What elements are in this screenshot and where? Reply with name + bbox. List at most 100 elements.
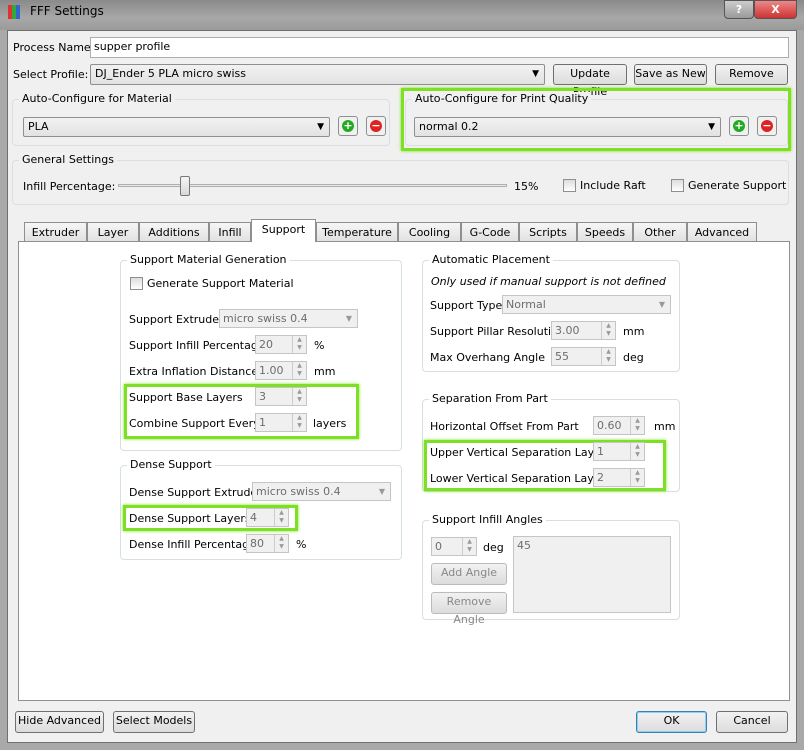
overhang-angle-label: Max Overhang Angle bbox=[430, 351, 545, 364]
dense-infill-value: 80 bbox=[250, 537, 264, 550]
angle-spinbox[interactable]: 0 ▲ ▼ bbox=[431, 537, 477, 556]
tab-cooling[interactable]: Cooling bbox=[398, 222, 461, 242]
material-group-title: Auto-Configure for Material bbox=[19, 92, 175, 105]
minus-icon: − bbox=[761, 119, 773, 132]
plus-icon: + bbox=[733, 119, 745, 132]
support-infill-unit: % bbox=[314, 339, 325, 352]
close-button[interactable]: X bbox=[754, 0, 797, 19]
angle-unit: deg bbox=[483, 541, 504, 554]
spin-arrows-icon[interactable]: ▲ ▼ bbox=[292, 388, 306, 405]
support-type-label: Support Type bbox=[430, 299, 503, 312]
include-raft-checkbox[interactable] bbox=[563, 179, 576, 192]
automatic-placement-title: Automatic Placement bbox=[429, 253, 553, 266]
support-infill-spinbox[interactable]: 20 ▲ ▼ bbox=[255, 335, 307, 354]
support-extruder-label: Support Extruder bbox=[129, 313, 224, 326]
spin-arrows-icon[interactable]: ▲ ▼ bbox=[601, 322, 615, 339]
spin-arrows-icon[interactable]: ▲ ▼ bbox=[462, 538, 476, 555]
material-value: PLA bbox=[28, 120, 49, 133]
inflation-spinbox[interactable]: 1.00 ▲ ▼ bbox=[255, 361, 307, 380]
infill-label: Infill Percentage: bbox=[23, 180, 116, 193]
generate-support-checkbox[interactable] bbox=[671, 179, 684, 192]
tab-gcode[interactable]: G-Code bbox=[461, 222, 519, 242]
chevron-down-icon: ▼ bbox=[532, 69, 539, 79]
dense-extruder-select[interactable]: micro swiss 0.4 ▼ bbox=[252, 482, 391, 501]
combine-spinbox[interactable]: 1 ▲ ▼ bbox=[255, 413, 307, 432]
remove-angle-button[interactable]: Remove Angle bbox=[431, 592, 507, 626]
upper-separation-value: 1 bbox=[597, 445, 604, 458]
angle-list-item[interactable]: 45 bbox=[517, 539, 531, 552]
dense-infill-unit: % bbox=[296, 538, 307, 551]
tab-additions[interactable]: Additions bbox=[139, 222, 209, 242]
spin-arrows-icon[interactable]: ▲ ▼ bbox=[630, 417, 644, 434]
add-angle-button[interactable]: Add Angle bbox=[431, 563, 507, 585]
horizontal-offset-value: 0.60 bbox=[597, 419, 622, 432]
tab-support[interactable]: Support bbox=[251, 219, 316, 242]
dense-extruder-label: Dense Support Extruder bbox=[129, 486, 262, 499]
material-select[interactable]: PLA ▼ bbox=[23, 117, 330, 137]
spin-arrows-icon[interactable]: ▲ ▼ bbox=[274, 509, 288, 526]
tab-temperature[interactable]: Temperature bbox=[316, 222, 398, 242]
support-infill-label: Support Infill Percentage bbox=[129, 339, 265, 352]
upper-separation-label: Upper Vertical Separation Layers bbox=[430, 446, 612, 459]
profile-value: DJ_Ender 5 PLA micro swiss bbox=[95, 67, 247, 80]
support-type-value: Normal bbox=[506, 298, 546, 311]
tab-extruder[interactable]: Extruder bbox=[24, 222, 87, 242]
smg-title: Support Material Generation bbox=[127, 253, 290, 266]
upper-separation-spinbox[interactable]: 1 ▲ ▼ bbox=[593, 442, 645, 461]
infill-slider-thumb[interactable] bbox=[180, 176, 191, 196]
horizontal-offset-label: Horizontal Offset From Part bbox=[430, 420, 579, 433]
inflation-unit: mm bbox=[314, 365, 336, 378]
process-name-input[interactable]: supper profile bbox=[90, 37, 789, 58]
support-type-select[interactable]: Normal ▼ bbox=[502, 295, 671, 314]
profile-select[interactable]: DJ_Ender 5 PLA micro swiss ▼ bbox=[90, 64, 545, 85]
support-infill-value: 20 bbox=[259, 338, 273, 351]
spin-arrows-icon[interactable]: ▲ ▼ bbox=[292, 336, 306, 353]
tab-layer[interactable]: Layer bbox=[87, 222, 139, 242]
horizontal-offset-spinbox[interactable]: 0.60 ▲ ▼ bbox=[593, 416, 645, 435]
hide-advanced-button[interactable]: Hide Advanced bbox=[15, 711, 104, 733]
plus-icon: + bbox=[342, 119, 354, 132]
quality-value: normal 0.2 bbox=[419, 120, 479, 133]
add-material-button[interactable]: + bbox=[338, 116, 358, 136]
app-icon bbox=[8, 5, 20, 19]
infill-slider[interactable] bbox=[118, 184, 507, 187]
spin-arrows-icon[interactable]: ▲ ▼ bbox=[292, 414, 306, 431]
chevron-down-icon: ▼ bbox=[317, 122, 324, 132]
spin-arrows-icon[interactable]: ▲ ▼ bbox=[630, 443, 644, 460]
dense-layers-spinbox[interactable]: 4 ▲ ▼ bbox=[246, 508, 289, 527]
cancel-button[interactable]: Cancel bbox=[716, 711, 788, 733]
pillar-resolution-spinbox[interactable]: 3.00 ▲ ▼ bbox=[551, 321, 616, 340]
select-models-button[interactable]: Select Models bbox=[113, 711, 195, 733]
combine-unit: layers bbox=[313, 417, 347, 430]
angle-list[interactable]: 45 bbox=[513, 536, 671, 613]
infill-value: 15% bbox=[514, 180, 539, 193]
add-quality-button[interactable]: + bbox=[729, 116, 749, 136]
spin-arrows-icon[interactable]: ▲ ▼ bbox=[601, 348, 615, 365]
save-as-new-button[interactable]: Save as New bbox=[634, 64, 707, 85]
spin-arrows-icon[interactable]: ▲ ▼ bbox=[292, 362, 306, 379]
remove-profile-button[interactable]: Remove bbox=[715, 64, 788, 85]
support-extruder-value: micro swiss 0.4 bbox=[223, 312, 308, 325]
dense-infill-spinbox[interactable]: 80 ▲ ▼ bbox=[246, 534, 289, 553]
generate-support-material-checkbox[interactable] bbox=[130, 277, 143, 290]
ok-button[interactable]: OK bbox=[636, 711, 707, 733]
help-button[interactable]: ? bbox=[724, 0, 754, 19]
tab-advanced[interactable]: Advanced bbox=[687, 222, 757, 242]
overhang-angle-spinbox[interactable]: 55 ▲ ▼ bbox=[551, 347, 616, 366]
tab-other[interactable]: Other bbox=[633, 222, 687, 242]
remove-material-button[interactable]: − bbox=[366, 116, 386, 136]
update-profile-button[interactable]: Update Profile bbox=[553, 64, 627, 98]
spin-arrows-icon[interactable]: ▲ ▼ bbox=[274, 535, 288, 552]
spin-arrows-icon[interactable]: ▲ ▼ bbox=[630, 469, 644, 486]
generate-support-material-label: Generate Support Material bbox=[147, 277, 294, 290]
combine-value: 1 bbox=[259, 416, 266, 429]
lower-separation-spinbox[interactable]: 2 ▲ ▼ bbox=[593, 468, 645, 487]
remove-quality-button[interactable]: − bbox=[757, 116, 777, 136]
combine-label: Combine Support Every bbox=[129, 417, 260, 430]
quality-select[interactable]: normal 0.2 ▼ bbox=[414, 117, 721, 137]
base-layers-spinbox[interactable]: 3 ▲ ▼ bbox=[255, 387, 307, 406]
support-extruder-select[interactable]: micro swiss 0.4 ▼ bbox=[219, 309, 358, 328]
tab-scripts[interactable]: Scripts bbox=[519, 222, 577, 242]
tab-speeds[interactable]: Speeds bbox=[577, 222, 633, 242]
tab-infill[interactable]: Infill bbox=[209, 222, 251, 242]
